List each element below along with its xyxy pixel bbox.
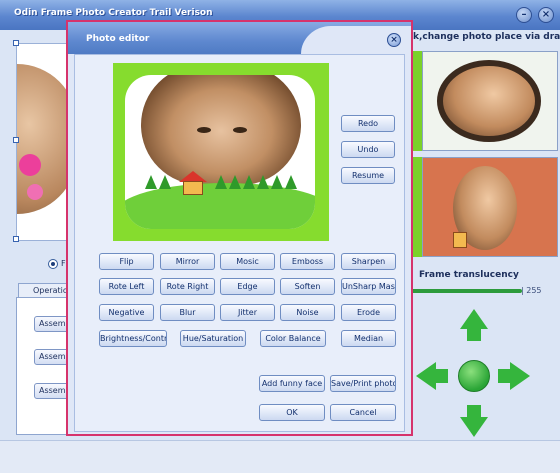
tree-icon: [229, 175, 241, 189]
tree-icon: [215, 175, 227, 189]
flower-decoration: [19, 154, 41, 176]
undo-button[interactable]: Undo: [341, 141, 395, 158]
ok-button[interactable]: OK: [259, 404, 325, 421]
mirror-button[interactable]: Mirror: [160, 253, 215, 270]
edge-button[interactable]: Edge: [220, 278, 275, 295]
drag-hint-text: k,change photo place via drag it: [413, 32, 560, 42]
arrow-down-icon[interactable]: [467, 405, 481, 419]
dialog-title: Photo editor: [86, 34, 150, 44]
mosic-button[interactable]: Mosic: [220, 253, 275, 270]
flip-button[interactable]: Flip: [99, 253, 154, 270]
color-balance-button[interactable]: Color Balance: [260, 330, 326, 347]
negative-button[interactable]: Negative: [99, 304, 154, 321]
resize-handle[interactable]: [13, 137, 19, 143]
translucency-slider[interactable]: [410, 289, 522, 293]
resize-handle[interactable]: [13, 40, 19, 46]
tree-icon: [145, 175, 157, 189]
jitter-button[interactable]: Jitter: [220, 304, 275, 321]
move-arrow-pad: [416, 309, 530, 437]
emboss-button[interactable]: Emboss: [280, 253, 335, 270]
arrow-up-icon[interactable]: [467, 327, 481, 341]
translucency-value: | 255: [521, 286, 542, 295]
save-print-button[interactable]: Save/Print photo: [330, 375, 396, 392]
blur-button[interactable]: Blur: [160, 304, 215, 321]
redo-button[interactable]: Redo: [341, 115, 395, 132]
arrow-left-icon[interactable]: [434, 369, 448, 383]
frame-thumbnail[interactable]: [422, 51, 558, 151]
center-icon[interactable]: [458, 360, 490, 392]
close-icon[interactable]: ×: [538, 7, 554, 23]
photo-preview: [125, 75, 315, 229]
photo-editor-dialog: Photo editor × Redo Undo Resume Flip Mir…: [66, 20, 413, 436]
minimize-icon[interactable]: –: [516, 7, 532, 23]
cancel-button[interactable]: Cancel: [330, 404, 396, 421]
arrow-up-icon[interactable]: [460, 309, 488, 329]
unsharp-mask-button[interactable]: UnSharp Mask: [341, 278, 396, 295]
main-window-title: Odin Frame Photo Creator Trail Verison: [14, 8, 213, 18]
tree-icon: [285, 175, 297, 189]
add-funny-face-button[interactable]: Add funny face: [259, 375, 325, 392]
soften-button[interactable]: Soften: [280, 278, 335, 295]
resize-handle[interactable]: [13, 236, 19, 242]
frame-radio-label: F: [61, 259, 66, 268]
close-icon[interactable]: ×: [387, 33, 401, 47]
brightness-contrast-button[interactable]: Brightness/Contrast: [99, 330, 167, 347]
house-icon: [183, 181, 203, 195]
median-button[interactable]: Median: [341, 330, 396, 347]
grass-hill: [125, 183, 315, 229]
erode-button[interactable]: Erode: [341, 304, 396, 321]
dialog-content: Redo Undo Resume Flip Mirror Mosic Embos…: [74, 54, 405, 432]
photo-detail: [233, 127, 247, 133]
assemble-button[interactable]: Assemble: [34, 349, 70, 365]
flower-decoration: [27, 184, 43, 200]
sharpen-button[interactable]: Sharpen: [341, 253, 396, 270]
working-photo-preview[interactable]: [16, 43, 68, 241]
house-icon: [453, 232, 467, 248]
photo-face-image: [141, 75, 301, 185]
hue-saturation-button[interactable]: Hue/Saturation: [180, 330, 246, 347]
arrow-down-icon[interactable]: [460, 417, 488, 437]
frame-thumbnail[interactable]: [422, 157, 558, 257]
thumbnail-photo: [437, 60, 541, 142]
rote-left-button[interactable]: Rote Left: [99, 278, 154, 295]
tree-icon: [243, 175, 255, 189]
status-strip: [0, 440, 560, 473]
photo-detail: [197, 127, 211, 133]
tree-icon: [257, 175, 269, 189]
resume-button[interactable]: Resume: [341, 167, 395, 184]
assemble-button[interactable]: Assemble: [34, 316, 70, 332]
tree-icon: [159, 175, 171, 189]
frame-translucency-label: Frame translucency: [419, 270, 519, 280]
arrow-right-icon[interactable]: [510, 362, 530, 390]
arrow-left-icon[interactable]: [416, 362, 436, 390]
photo-preview-frame: [113, 63, 329, 241]
tab-operation[interactable]: Operation: [18, 283, 70, 298]
arrow-right-icon[interactable]: [498, 369, 512, 383]
noise-button[interactable]: Noise: [280, 304, 335, 321]
tree-icon: [271, 175, 283, 189]
frame-radio[interactable]: [48, 259, 58, 269]
dialog-title-bar: Photo editor ×: [68, 22, 411, 54]
assemble-button[interactable]: Assemble: [34, 383, 70, 399]
rote-right-button[interactable]: Rote Right: [160, 278, 215, 295]
